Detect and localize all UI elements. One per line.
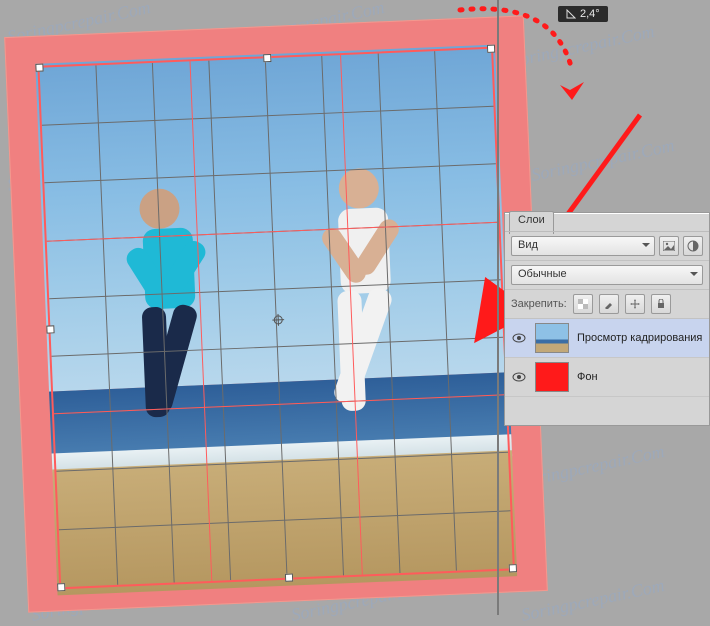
layer-name: Фон: [577, 371, 598, 383]
layer-view-dropdown-label: Вид: [518, 239, 538, 251]
crop-handle-tl[interactable]: [35, 64, 43, 72]
rotation-angle-value: 2,4°: [580, 8, 600, 20]
layer-row-background[interactable]: Фон: [505, 358, 709, 397]
lock-all-button[interactable]: [651, 294, 671, 314]
eye-icon: [512, 333, 526, 343]
layer-name: Просмотр кадрирования: [577, 332, 702, 344]
panel-divider: [497, 0, 499, 615]
lock-controls-row: Закрепить:: [505, 290, 709, 319]
rotation-angle-tooltip: 2,4°: [558, 6, 608, 22]
brush-icon: [604, 299, 614, 309]
move-icon: [630, 299, 640, 309]
lock-pixels-button[interactable]: [599, 294, 619, 314]
blend-mode-dropdown[interactable]: Обычные: [511, 265, 703, 285]
layer-filter-image-button[interactable]: [659, 236, 679, 256]
visibility-toggle[interactable]: [511, 330, 527, 346]
crop-handle-br[interactable]: [509, 564, 517, 572]
lock-icon: [656, 299, 666, 309]
crop-handle-ml[interactable]: [46, 325, 54, 333]
watermark: Soringpcrepair.Com: [529, 135, 676, 186]
visibility-toggle[interactable]: [511, 369, 527, 385]
watermark: Soringpcrepair.Com: [509, 21, 656, 72]
canvas-rotated-image[interactable]: [4, 15, 548, 612]
layer-thumbnail[interactable]: [535, 323, 569, 353]
layers-panel: Слои Вид Обычные Закрепить:: [504, 212, 710, 426]
eye-icon: [512, 372, 526, 382]
adjust-icon: [687, 240, 699, 252]
lock-position-button[interactable]: [625, 294, 645, 314]
crop-center-pivot[interactable]: [272, 314, 284, 326]
crop-handle-bl[interactable]: [57, 583, 65, 591]
layer-filter-adjust-button[interactable]: [683, 236, 703, 256]
lock-label: Закрепить:: [511, 298, 567, 310]
crop-handle-tc[interactable]: [263, 54, 271, 62]
layer-list: Просмотр кадрирования Фон: [505, 319, 709, 397]
layer-view-dropdown[interactable]: Вид: [511, 236, 655, 256]
blend-mode-value: Обычные: [518, 268, 567, 280]
checker-icon: [578, 299, 588, 309]
crop-handle-bc[interactable]: [285, 574, 293, 582]
lock-transparency-button[interactable]: [573, 294, 593, 314]
crop-handle-tr[interactable]: [487, 45, 495, 53]
crop-rectangle[interactable]: [37, 47, 515, 590]
layer-thumbnail[interactable]: [535, 362, 569, 392]
image-icon: [663, 241, 675, 251]
dotted-rotation-arrowhead: [560, 82, 584, 100]
angle-icon: [566, 9, 576, 19]
layer-row-crop-preview[interactable]: Просмотр кадрирования: [505, 319, 709, 358]
layers-panel-tab-label: Слои: [518, 214, 545, 226]
